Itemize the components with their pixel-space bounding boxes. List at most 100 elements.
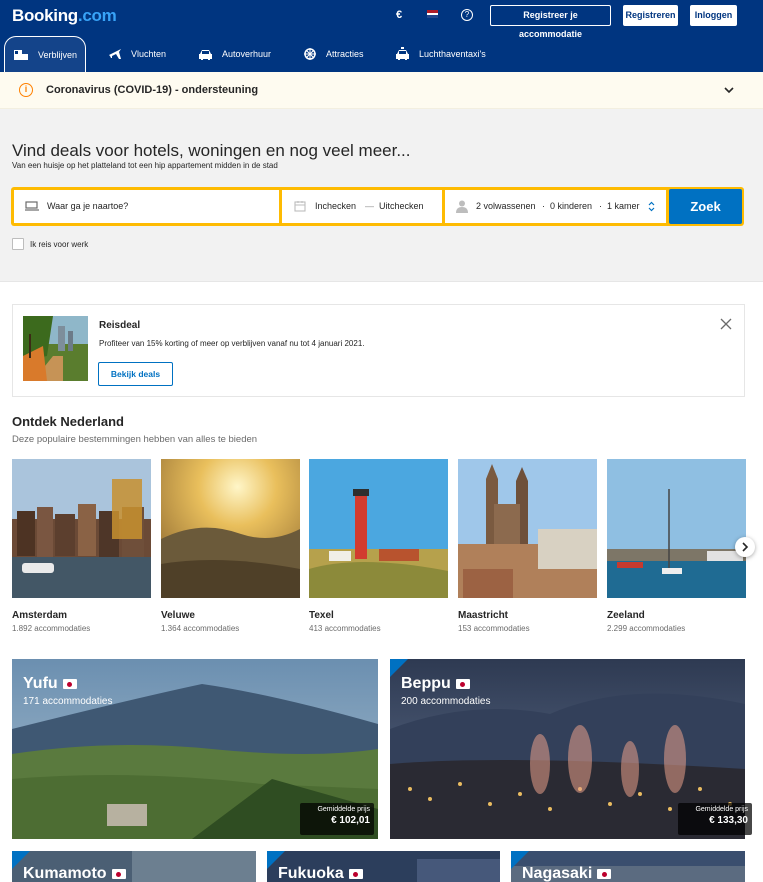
- japan-flag-icon: [62, 679, 77, 689]
- japan-flag-icon: [348, 869, 363, 879]
- featured-card-fukuoka[interactable]: Fukuoka: [267, 851, 511, 882]
- search-box: Waar ga je naartoe? Inchecken — Uitcheck…: [11, 187, 744, 226]
- destination-card-veluwe[interactable]: Veluwe 1.364 accommodaties: [161, 459, 300, 633]
- work-travel-checkbox[interactable]: Ik reis voor werk: [12, 238, 88, 250]
- checkbox-box[interactable]: [12, 238, 24, 250]
- nav-label-stays: Verblijven: [38, 49, 78, 60]
- view-deals-button[interactable]: Bekijk deals: [98, 362, 173, 386]
- destination-image: [161, 459, 300, 598]
- close-icon[interactable]: [720, 318, 732, 330]
- featured-name: Fukuoka: [278, 865, 363, 882]
- chevron-down-icon[interactable]: [722, 83, 736, 97]
- bed-icon: [25, 201, 39, 211]
- deal-title: Reisdeal: [99, 320, 141, 331]
- car-icon: [199, 49, 212, 60]
- destination-placeholder: Waar ga je naartoe?: [47, 201, 129, 211]
- nav-item-attractions[interactable]: Attracties: [303, 36, 364, 72]
- japan-flag-icon: [597, 869, 612, 879]
- discover-title: Ontdek Nederland: [12, 414, 124, 429]
- japan-flag-icon: [111, 869, 126, 879]
- date-dash: —: [365, 201, 374, 211]
- search-section: Vind deals voor hotels, woningen en nog …: [0, 109, 763, 282]
- checkin-label: Inchecken: [315, 201, 357, 211]
- japan-flag-icon: [455, 679, 470, 689]
- destination-count: 413 accommodaties: [309, 624, 381, 633]
- destination-card-amsterdam[interactable]: Amsterdam 1.892 accommodaties: [12, 459, 151, 633]
- nav-item-airport-taxi[interactable]: Luchthaventaxi's: [395, 36, 486, 72]
- chevron-right-icon: [742, 542, 749, 552]
- featured-name: Yufu: [23, 675, 77, 693]
- nav-item-car-rental[interactable]: Autoverhuur: [198, 36, 271, 72]
- attractions-icon: [304, 48, 316, 60]
- featured-card-nagasaki[interactable]: Nagasaki: [511, 851, 745, 882]
- discover-subtitle: Deze populaire bestemmingen hebben van a…: [12, 434, 258, 445]
- work-travel-label: Ik reis voor werk: [30, 239, 89, 249]
- stepper-arrows-icon: [648, 201, 655, 212]
- language-flag-icon[interactable]: [427, 10, 438, 19]
- nav-label-flights: Vluchten: [131, 49, 167, 59]
- featured-name: Beppu: [401, 675, 470, 693]
- featured-name-text: Yufu: [23, 675, 58, 692]
- destination-name: Veluwe: [161, 610, 195, 621]
- deal-image: [23, 316, 88, 381]
- register-property-button[interactable]: Registreer je accommodatie: [490, 5, 611, 39]
- register-button[interactable]: Registreren: [623, 5, 678, 26]
- dates-field[interactable]: Inchecken — Uitchecken: [282, 190, 442, 223]
- average-price-box: Gemiddelde prijs € 133,30: [678, 803, 752, 835]
- featured-name-text: Fukuoka: [278, 865, 344, 882]
- destination-image: [309, 459, 448, 598]
- children-count: 0 kinderen: [550, 201, 593, 211]
- featured-count: 171 accommodaties: [23, 696, 113, 707]
- featured-name-text: Kumamoto: [23, 865, 107, 882]
- checkout-label: Uitchecken: [379, 201, 424, 211]
- destination-count: 2.299 accommodaties: [607, 624, 686, 633]
- destination-name: Texel: [309, 610, 334, 621]
- featured-name: Nagasaki: [522, 865, 612, 882]
- nav-item-flights[interactable]: Vluchten: [108, 36, 166, 72]
- destination-card-texel[interactable]: Texel 413 accommodaties: [309, 459, 448, 633]
- guests-field[interactable]: 2 volwassenen · 0 kinderen · 1 kamer: [445, 190, 666, 223]
- destination-name: Maastricht: [458, 610, 509, 621]
- featured-name-text: Beppu: [401, 675, 451, 692]
- average-price-box: Gemiddelde prijs € 102,01: [300, 803, 374, 835]
- guests-sep-1: ·: [542, 201, 545, 211]
- taxi-icon: [396, 47, 409, 60]
- nav-label-attractions: Attracties: [326, 49, 364, 59]
- price-label: Gemiddelde prijs: [317, 806, 370, 813]
- destination-name: Amsterdam: [12, 610, 68, 621]
- featured-name-text: Nagasaki: [522, 865, 593, 882]
- destination-field[interactable]: Waar ga je naartoe?: [14, 190, 279, 223]
- currency-selector[interactable]: €: [396, 9, 402, 21]
- covid-banner[interactable]: i Coronavirus (COVID-19) - ondersteuning: [0, 72, 763, 109]
- destination-image: [12, 459, 151, 598]
- bed-icon: [14, 49, 28, 60]
- guests-sep-2: ·: [599, 201, 602, 211]
- logo-main-text: Booking: [12, 6, 78, 25]
- info-icon: i: [19, 83, 33, 97]
- plane-icon: [109, 49, 121, 59]
- destination-card-maastricht[interactable]: Maastricht 153 accommodaties: [458, 459, 597, 633]
- destination-count: 153 accommodaties: [458, 624, 530, 633]
- featured-card-yufu[interactable]: Yufu 171 accommodaties Gemiddelde prijs …: [12, 659, 378, 839]
- destination-image: [458, 459, 597, 598]
- hero-subtitle: Van een huisje op het platteland tot een…: [12, 161, 278, 170]
- destination-card-zeeland[interactable]: Zeeland 2.299 accommodaties: [607, 459, 746, 633]
- price-label: Gemiddelde prijs: [695, 806, 748, 813]
- covid-banner-text: Coronavirus (COVID-19) - ondersteuning: [46, 84, 259, 96]
- nav-item-stays[interactable]: Verblijven: [4, 36, 87, 72]
- booking-logo[interactable]: Booking.com: [12, 6, 117, 26]
- destination-count: 1.364 accommodaties: [161, 624, 240, 633]
- rooms-count: 1 kamer: [607, 201, 640, 211]
- carousel-next-button[interactable]: [735, 537, 755, 557]
- search-button[interactable]: Zoek: [669, 189, 742, 224]
- featured-card-kumamoto[interactable]: Kumamoto: [12, 851, 256, 882]
- help-icon[interactable]: ?: [461, 9, 473, 21]
- featured-card-beppu[interactable]: Beppu 200 accommodaties Gemiddelde prijs…: [390, 659, 756, 839]
- nav-label-airport-taxi: Luchthaventaxi's: [419, 49, 486, 59]
- top-header: Booking.com € ? Registreer je accommodat…: [0, 0, 763, 72]
- hero-title: Vind deals voor hotels, woningen en nog …: [12, 141, 411, 160]
- destination-count: 1.892 accommodaties: [12, 624, 91, 633]
- deal-text: Profiteer van 15% korting of meer op ver…: [99, 339, 365, 348]
- login-button[interactable]: Inloggen: [690, 5, 737, 26]
- destination-name: Zeeland: [607, 610, 645, 621]
